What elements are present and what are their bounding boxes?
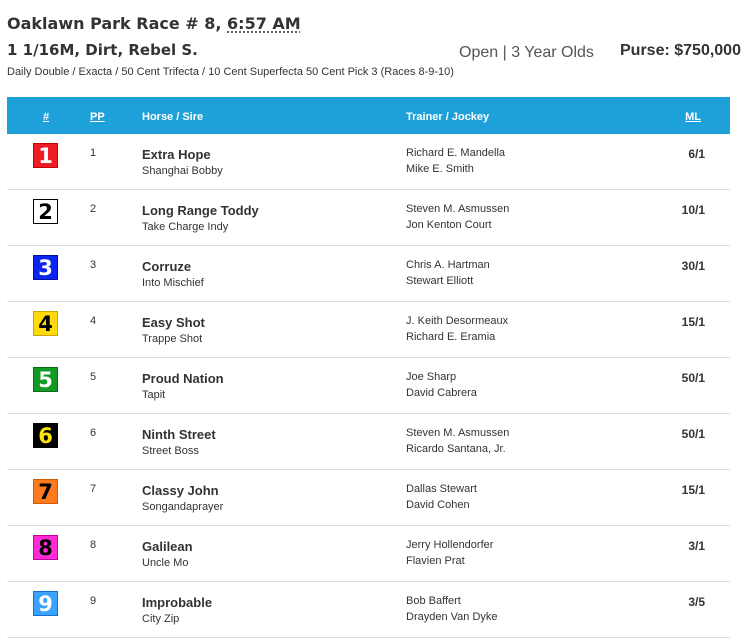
table-row[interactable]: 8 8 Galilean Uncle Mo Jerry Hollendorfer Flav… [7, 526, 730, 582]
table-row[interactable]: 5 5 Proud Nation Tapit Joe Sharp David Cabrer… [7, 358, 730, 414]
table-row[interactable]: 9 9 Improbable City Zip Bob Baffert Drayden V… [7, 582, 730, 638]
race-details: 1 1/16M, Dirt, Rebel S. [7, 41, 198, 59]
trainer-name: Bob Baffert [406, 595, 461, 607]
header-trainer-jockey: Trainer / Jockey [406, 111, 490, 123]
sire-name: Take Charge Indy [142, 221, 229, 233]
morning-line-odds: 50/1 [681, 371, 705, 385]
post-position: 1 [90, 147, 97, 159]
horse-name: Corruze [142, 259, 192, 274]
jockey-name: David Cohen [406, 499, 470, 511]
jockey-name: Jon Kenton Court [406, 219, 492, 231]
header-number[interactable]: # [43, 111, 49, 123]
morning-line-odds: 3/1 [688, 539, 705, 553]
horse-name: Proud Nation [142, 371, 224, 386]
morning-line-odds: 10/1 [681, 203, 705, 217]
saddle-cloth-number: 7 [33, 479, 58, 504]
header-pp[interactable]: PP [90, 111, 105, 123]
race-title-text: Oaklawn Park Race # 8, [7, 14, 228, 33]
horse-name: Extra Hope [142, 147, 211, 162]
horse-name: Long Range Toddy [142, 203, 259, 218]
saddle-cloth-number: 8 [33, 535, 58, 560]
race-purse: Purse: $750,000 [620, 42, 741, 59]
wager-types: Daily Double / Exacta / 50 Cent Trifecta… [7, 66, 454, 78]
trainer-name: Steven M. Asmussen [406, 427, 510, 439]
table-row[interactable]: 2 2 Long Range Toddy Take Charge Indy Steven… [7, 190, 730, 246]
jockey-name: Flavien Prat [406, 555, 465, 567]
race-conditions: Open | 3 Year Olds [459, 44, 594, 61]
morning-line-odds: 6/1 [688, 147, 705, 161]
morning-line-odds: 30/1 [681, 259, 705, 273]
table-header: # PP Horse / Sire Trainer / Jockey ML [7, 97, 730, 134]
saddle-cloth-number: 2 [33, 199, 58, 224]
morning-line-odds: 50/1 [681, 427, 705, 441]
saddle-cloth-number: 4 [33, 311, 58, 336]
table-row[interactable]: 7 7 Classy John Songandaprayer Dallas Stewar… [7, 470, 730, 526]
table-body: 1 1 Extra Hope Shanghai Bobby Richard E. Man… [7, 134, 730, 638]
saddle-cloth-number: 1 [33, 143, 58, 168]
morning-line-odds: 3/5 [688, 595, 705, 609]
post-position: 2 [90, 203, 97, 215]
post-position: 8 [90, 539, 97, 551]
trainer-name: Richard E. Mandella [406, 147, 506, 159]
trainer-name: Steven M. Asmussen [406, 203, 510, 215]
morning-line-odds: 15/1 [681, 315, 705, 329]
saddle-cloth-number: 5 [33, 367, 58, 392]
horse-name: Classy John [142, 483, 219, 498]
jockey-name: Mike E. Smith [406, 163, 474, 175]
trainer-name: Jerry Hollendorfer [406, 539, 494, 551]
jockey-name: Richard E. Eramia [406, 331, 496, 343]
trainer-name: Joe Sharp [406, 371, 457, 383]
morning-line-odds: 15/1 [681, 483, 705, 497]
jockey-name: Ricardo Santana, Jr. [406, 443, 506, 455]
table-row[interactable]: 3 3 Corruze Into Mischief Chris A. Hartman St… [7, 246, 730, 302]
horse-name: Ninth Street [142, 427, 216, 442]
header-horse-sire: Horse / Sire [142, 111, 204, 123]
header-ml[interactable]: ML [685, 111, 701, 123]
trainer-name: Chris A. Hartman [406, 259, 490, 271]
post-position: 4 [90, 315, 97, 327]
entries-table: # PP Horse / Sire Trainer / Jockey ML 11… [7, 97, 730, 638]
sire-name: Trappe Shot [142, 333, 203, 345]
post-position: 7 [90, 483, 97, 495]
post-position: 6 [90, 427, 97, 439]
saddle-cloth-number: 9 [33, 591, 58, 616]
jockey-name: David Cabrera [406, 387, 477, 399]
horse-name: Improbable [142, 595, 213, 610]
sire-name: Songandaprayer [142, 501, 224, 513]
saddle-cloth-number: 6 [33, 423, 58, 448]
post-time[interactable]: 6:57 AM [227, 14, 301, 33]
sire-name: City Zip [142, 613, 180, 625]
race-title: Oaklawn Park Race # 8, 6:57 AM [7, 14, 301, 33]
post-position: 9 [90, 595, 97, 607]
trainer-name: Dallas Stewart [406, 483, 477, 495]
jockey-name: Drayden Van Dyke [406, 611, 498, 623]
table-row[interactable]: 6 6 Ninth Street Street Boss Steven M. Asmus… [7, 414, 730, 470]
post-position: 5 [90, 371, 97, 383]
jockey-name: Stewart Elliott [406, 275, 474, 287]
horse-name: Easy Shot [142, 315, 205, 330]
sire-name: Tapit [142, 389, 166, 401]
sire-name: Into Mischief [142, 277, 204, 289]
table-row[interactable]: 4 4 Easy Shot Trappe Shot J. Keith Desormeau… [7, 302, 730, 358]
table-row[interactable]: 1 1 Extra Hope Shanghai Bobby Richard E. Man… [7, 134, 730, 190]
sire-name: Uncle Mo [142, 557, 189, 569]
horse-name: Galilean [142, 539, 193, 554]
post-position: 3 [90, 259, 97, 271]
sire-name: Street Boss [142, 445, 199, 457]
trainer-name: J. Keith Desormeaux [406, 315, 509, 327]
saddle-cloth-number: 3 [33, 255, 58, 280]
sire-name: Shanghai Bobby [142, 165, 223, 177]
